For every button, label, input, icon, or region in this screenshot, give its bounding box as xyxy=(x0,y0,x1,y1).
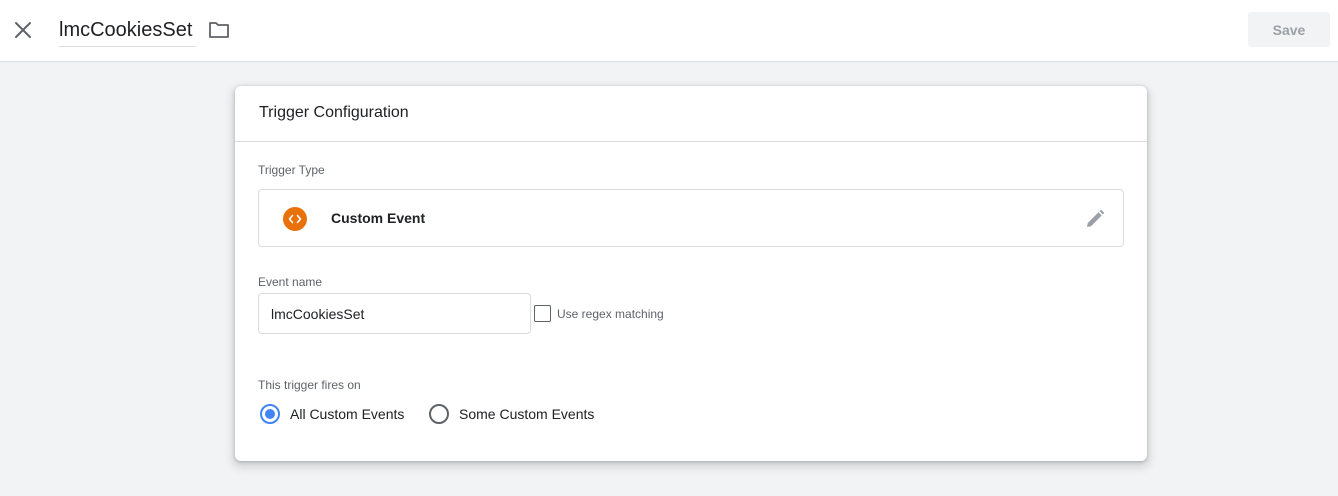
fires-on-label: This trigger fires on xyxy=(258,378,361,392)
radio-label-all: All Custom Events xyxy=(290,406,405,422)
close-icon xyxy=(15,22,31,38)
page-title: lmcCookiesSet xyxy=(59,19,193,41)
card-title: Trigger Configuration xyxy=(259,104,409,121)
card-header: Trigger Configuration xyxy=(235,86,1147,142)
folder-button[interactable] xyxy=(207,19,231,41)
close-button[interactable] xyxy=(10,17,36,43)
radio-button-unchecked[interactable] xyxy=(429,404,449,424)
regex-checkbox[interactable] xyxy=(534,305,551,322)
trigger-type-label: Trigger Type xyxy=(258,163,325,177)
event-name-label: Event name xyxy=(258,275,323,289)
pencil-icon[interactable] xyxy=(1083,207,1107,231)
radio-some-custom-events[interactable]: Some Custom Events xyxy=(429,404,594,424)
custom-event-code-icon xyxy=(283,207,307,231)
event-name-input[interactable] xyxy=(258,293,531,334)
radio-label-some: Some Custom Events xyxy=(459,406,595,422)
trigger-configuration-card: Trigger Configuration Trigger Type Custo… xyxy=(235,86,1147,461)
regex-label: Use regex matching xyxy=(557,306,664,321)
trigger-type-selector[interactable]: Custom Event xyxy=(258,189,1124,247)
top-bar: lmcCookiesSet Save xyxy=(0,0,1338,62)
folder-icon xyxy=(209,22,229,38)
regex-matching-option[interactable]: Use regex matching xyxy=(534,305,664,322)
trigger-type-name: Custom Event xyxy=(331,210,426,226)
radio-all-custom-events[interactable]: All Custom Events xyxy=(260,404,404,424)
radio-button-checked[interactable] xyxy=(260,404,280,424)
save-button[interactable]: Save xyxy=(1248,12,1330,47)
container-name-field[interactable]: lmcCookiesSet xyxy=(59,16,196,47)
